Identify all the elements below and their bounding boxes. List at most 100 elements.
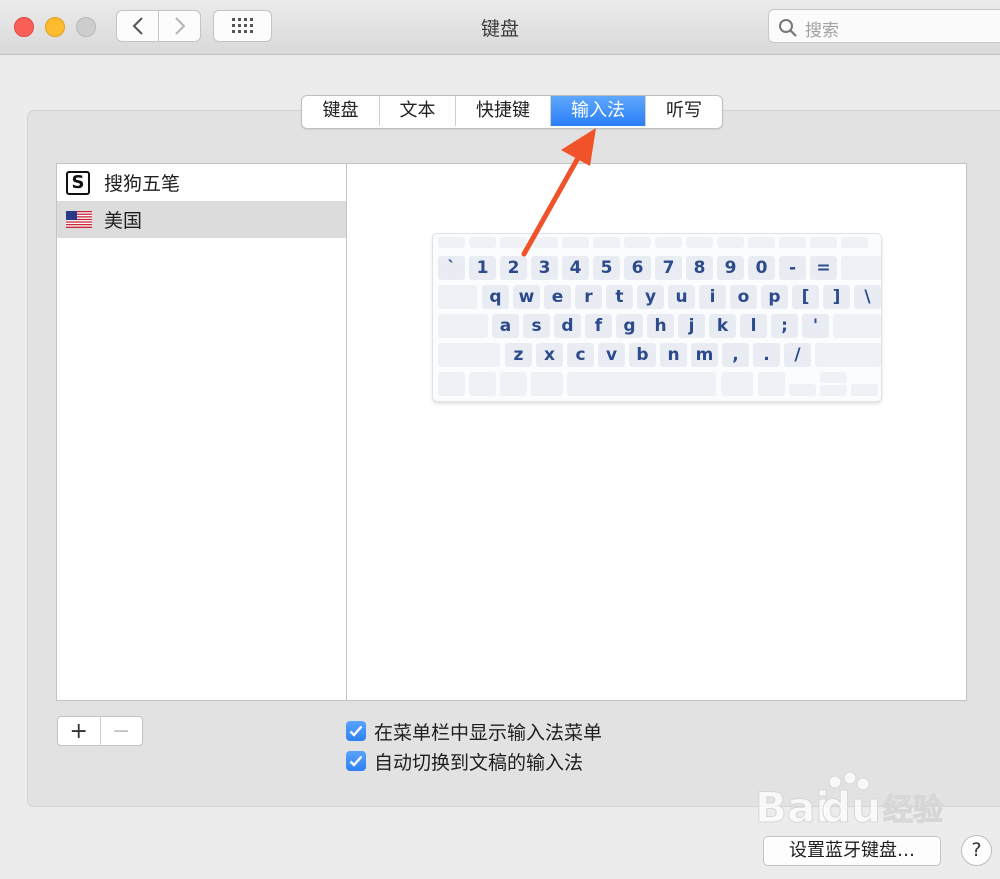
function-key [593,237,620,248]
title-bar: 键盘 搜索 [0,0,1000,55]
key-cap: x [536,343,563,367]
key-cap: = [810,256,837,280]
list-item-us[interactable]: 美国 [57,201,346,238]
add-input-source-button[interactable]: + [58,717,101,745]
key-cap: \ [854,285,881,309]
key-cap: o [730,285,757,309]
key-cap: s [523,314,550,338]
key-cap: t [606,285,633,309]
key-cap: n [660,343,687,367]
key-cap: ' [802,314,829,338]
function-key [779,237,806,248]
key-cap: ` [438,256,465,280]
input-source-list: S 搜狗五笔 美国 [56,163,347,701]
svg-text:Bai: Bai [755,783,830,832]
key-cap: , [722,343,749,367]
option-key [758,372,785,396]
svg-text:du: du [821,783,881,832]
key-cap: k [709,314,736,338]
key-cap: i [699,285,726,309]
search-placeholder: 搜索 [805,21,839,41]
key-cap: 7 [655,256,682,280]
key-cap: 4 [562,256,589,280]
list-item-sogou-wubi[interactable]: S 搜狗五笔 [57,164,346,201]
arrow-left-key [789,384,816,396]
key-cap: ] [823,285,850,309]
key-cap: g [616,314,643,338]
function-key [469,237,496,248]
caps-lock-key [438,314,488,338]
key-cap: ; [771,314,798,338]
key-cap: - [779,256,806,280]
option-key [500,372,527,396]
list-item-label: 美国 [104,210,143,232]
control-key [469,372,496,396]
setup-bluetooth-keyboard-button[interactable]: 设置蓝牙键盘… [763,836,941,866]
key-cap: b [629,343,656,367]
add-remove-control: + − [57,716,143,746]
key-cap: 2 [500,256,527,280]
keyboard-layout-preview: ` 1 2 3 4 5 6 7 8 9 0- = q w e r t y u i o p[] \ a s d f g h j k l; ' z x c… [432,233,882,402]
help-button[interactable]: ? [961,835,992,866]
search-field[interactable]: 搜索 [768,9,1000,43]
function-key [624,237,651,248]
tab-keyboard[interactable]: 键盘 [302,96,380,126]
right-shift-key [815,343,881,367]
key-cap: j [678,314,705,338]
function-key [438,237,465,248]
return-key [833,314,881,338]
key-cap: 5 [593,256,620,280]
fn-key [438,372,465,396]
key-cap: r [575,285,602,309]
arrow-right-key [851,384,878,396]
key-cap: w [513,285,540,309]
key-cap: c [567,343,594,367]
tab-bar: 键盘 文本 快捷键 输入法 听写 [301,95,723,129]
tab-shortcuts[interactable]: 快捷键 [456,96,551,126]
checkbox-checked[interactable] [346,751,366,771]
key-cap: f [585,314,612,338]
key-cap: d [554,314,581,338]
checkmark-icon [349,755,363,767]
tab-key [438,285,477,309]
key-cap: y [637,285,664,309]
arrow-down-key [820,385,847,396]
key-cap: . [753,343,780,367]
key-cap: 0 [748,256,775,280]
show-input-menu-checkbox[interactable]: 在菜单栏中显示输入法菜单 [346,719,602,744]
svg-text:经验: 经验 [883,793,943,828]
arrow-up-key [820,372,847,383]
remove-input-source-button[interactable]: − [101,717,143,745]
key-cap: v [598,343,625,367]
key-cap: e [544,285,571,309]
key-cap: m [691,343,718,367]
us-flag-icon [66,211,92,228]
tab-text[interactable]: 文本 [380,96,456,126]
key-cap: z [505,343,532,367]
tab-input-sources[interactable]: 输入法 [551,96,646,126]
auto-switch-checkbox[interactable]: 自动切换到文稿的输入法 [346,749,584,774]
key-cap: 1 [469,256,496,280]
checkmark-icon [349,725,363,737]
key-cap: [ [792,285,819,309]
key-cap: l [740,314,767,338]
function-key [686,237,713,248]
key-cap: u [668,285,695,309]
left-shift-key [438,343,500,367]
function-key [810,237,837,248]
space-key [567,372,716,396]
function-key [717,237,744,248]
key-cap: 9 [717,256,744,280]
tab-dictation[interactable]: 听写 [646,96,722,126]
function-key [655,237,682,248]
checkbox-checked[interactable] [346,721,366,741]
key-cap: p [761,285,788,309]
baidu-watermark-logo: Bai du 经验 [755,771,944,833]
function-key [500,237,527,248]
command-key [531,372,563,396]
command-key [721,372,753,396]
function-key [562,237,589,248]
key-cap: 6 [624,256,651,280]
delete-key [841,256,881,280]
checkbox-label: 自动切换到文稿的输入法 [374,751,584,774]
